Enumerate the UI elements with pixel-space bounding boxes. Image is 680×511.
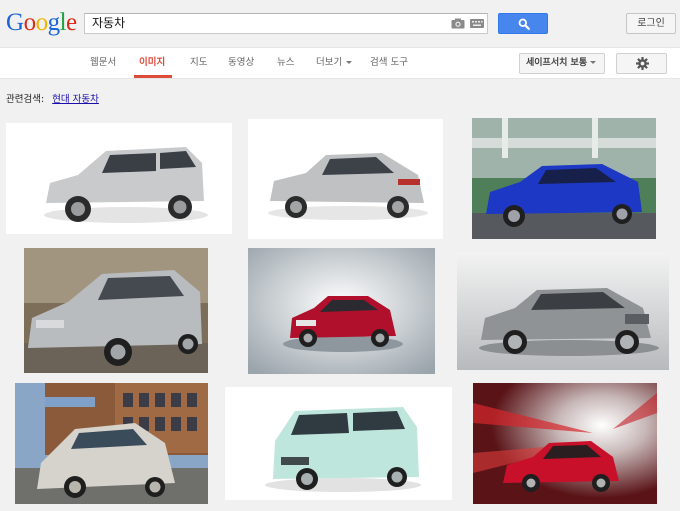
silver-sedan-image — [248, 119, 443, 239]
tab-images[interactable]: 이미지 — [139, 57, 165, 69]
image-result[interactable] — [225, 387, 452, 500]
related-link[interactable]: 현대 자동차 — [52, 94, 99, 105]
search-button[interactable] — [498, 13, 548, 34]
image-result[interactable] — [248, 248, 435, 374]
image-result[interactable] — [248, 119, 443, 239]
mint-compact-car-image — [225, 387, 452, 500]
image-result[interactable] — [473, 383, 657, 504]
image-result[interactable] — [457, 252, 669, 370]
chevron-down-icon — [590, 61, 597, 64]
logo-letter: o — [23, 9, 37, 36]
silver-minivan-image — [6, 123, 232, 234]
image-result[interactable] — [6, 123, 232, 234]
logo-letter: o — [35, 9, 49, 36]
chevron-down-icon — [346, 61, 353, 64]
image-result[interactable] — [15, 383, 208, 504]
silver-hatchback-image — [24, 248, 208, 373]
image-result[interactable] — [472, 118, 656, 239]
top-bar: Google 자동차 로그인 — [0, 0, 680, 48]
logo-letter: G — [6, 9, 24, 36]
tab-more-label: 더보기 — [316, 57, 343, 68]
related-label: 관련검색: — [6, 94, 45, 105]
blue-sedan-image — [472, 118, 656, 239]
red-sports-sedan-image — [473, 383, 657, 504]
tab-news[interactable]: 뉴스 — [277, 57, 294, 69]
login-button[interactable]: 로그인 — [626, 13, 676, 34]
logo-letter: g — [47, 9, 61, 36]
tab-maps[interactable]: 지도 — [190, 57, 207, 69]
red-sedan-image — [248, 248, 435, 374]
tab-web[interactable]: 웹문서 — [90, 57, 116, 69]
tab-search-tools[interactable]: 검색 도구 — [370, 57, 408, 69]
magnifier-icon — [518, 18, 530, 30]
google-logo[interactable]: Google — [6, 9, 77, 37]
concept-car-image — [15, 383, 208, 504]
gear-icon — [636, 57, 649, 70]
silver-luxury-sedan-image — [457, 252, 669, 370]
safesearch-dropdown[interactable]: 세이프서치 보통 — [519, 53, 605, 74]
tab-more[interactable]: 더보기 — [316, 57, 353, 69]
active-tab-indicator — [134, 75, 172, 78]
safesearch-label: 세이프서치 보통 — [526, 58, 588, 68]
camera-icon[interactable] — [451, 18, 465, 29]
tab-videos[interactable]: 동영상 — [228, 57, 254, 69]
image-result[interactable] — [24, 248, 208, 373]
search-query: 자동차 — [92, 16, 126, 30]
related-searches: 관련검색: 현대 자동차 — [6, 94, 99, 106]
keyboard-icon[interactable] — [470, 19, 484, 28]
logo-letter: e — [66, 9, 77, 36]
settings-button[interactable] — [616, 53, 667, 74]
search-input[interactable]: 자동차 — [84, 13, 488, 34]
